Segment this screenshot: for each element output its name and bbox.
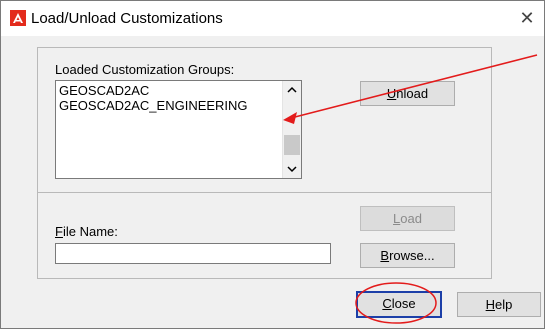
load-unload-dialog: Load/Unload Customizations ✕ Loaded Cust… <box>0 0 545 329</box>
list-item[interactable]: GEOSCAD2AC_ENGINEERING <box>59 98 248 113</box>
loaded-groups-label: Loaded Customization Groups: <box>55 62 235 77</box>
close-button[interactable]: Close <box>356 291 442 318</box>
list-scrollbar[interactable] <box>282 81 301 178</box>
customization-groups-list[interactable]: GEOSCAD2AC GEOSCAD2AC_ENGINEERING <box>55 80 302 179</box>
close-icon[interactable]: ✕ <box>516 7 538 29</box>
browse-button[interactable]: Browse... <box>360 243 455 268</box>
title-bar: Load/Unload Customizations ✕ <box>1 1 544 36</box>
scroll-up-icon[interactable] <box>283 81 301 99</box>
help-button[interactable]: Help <box>457 292 541 317</box>
scroll-down-icon[interactable] <box>283 160 301 178</box>
list-item[interactable]: GEOSCAD2AC <box>59 83 149 98</box>
autocad-a-icon <box>10 10 26 26</box>
scroll-thumb[interactable] <box>284 135 300 155</box>
load-button[interactable]: Load <box>360 206 455 231</box>
file-name-input[interactable] <box>55 243 331 264</box>
unload-button[interactable]: Unload <box>360 81 455 106</box>
section-divider <box>37 192 492 193</box>
file-name-label: File Name: <box>55 224 118 239</box>
window-title: Load/Unload Customizations <box>31 10 223 27</box>
